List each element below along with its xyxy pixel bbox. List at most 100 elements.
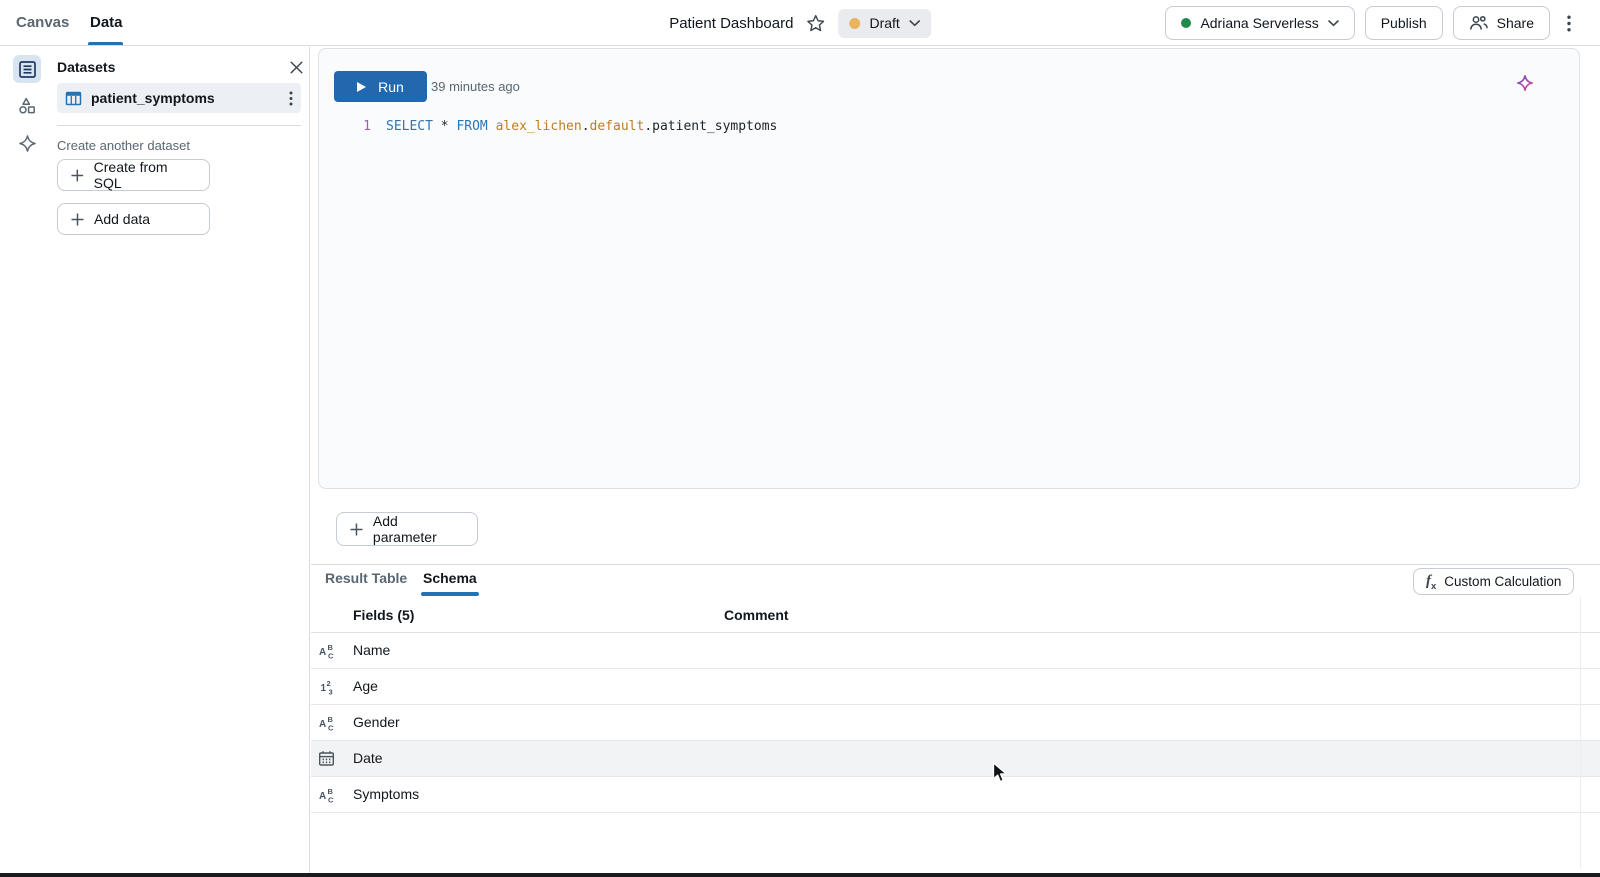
sql-token: default <box>590 119 645 134</box>
chevron-down-icon <box>1328 20 1339 27</box>
add-parameter-button[interactable]: Add parameter <box>336 512 478 546</box>
active-tab-underline <box>88 42 123 45</box>
dataset-item-patient-symptoms[interactable]: patient_symptoms <box>57 83 301 113</box>
sql-token: patient_symptoms <box>652 119 777 134</box>
overflow-menu-icon[interactable] <box>1560 15 1578 32</box>
schema-row[interactable]: ABC Symptoms <box>311 777 1600 813</box>
svg-text:A: A <box>319 647 326 658</box>
draft-status-dropdown[interactable]: Draft <box>838 9 930 38</box>
string-type-icon: ABC <box>318 786 336 804</box>
sql-editor-card: Run 39 minutes ago 1 SELECT * FROM alex_… <box>318 48 1580 489</box>
publish-button[interactable]: Publish <box>1365 6 1443 40</box>
custom-calculation-button[interactable]: fx Custom Calculation <box>1413 568 1574 595</box>
schema-row[interactable]: ABC Gender <box>311 705 1600 741</box>
sql-token <box>488 119 496 134</box>
close-icon[interactable] <box>290 61 303 74</box>
schema-row[interactable]: ABC Name <box>311 633 1600 669</box>
dataset-kebab-icon[interactable] <box>289 91 293 106</box>
dashboard-data-screen: Canvas Data Patient Dashboard Draft Adri… <box>0 0 1600 877</box>
plus-icon <box>70 168 85 183</box>
tab-schema[interactable]: Schema <box>423 570 477 586</box>
sidebar: Datasets patient_symptoms Create another… <box>0 47 310 877</box>
visualizations-panel-icon[interactable] <box>13 92 41 120</box>
assistant-panel-icon[interactable] <box>13 129 41 157</box>
schema-row[interactable]: 123 Age <box>311 669 1600 705</box>
sql-code-editor[interactable]: 1 SELECT * FROM alex_lichen.default.pati… <box>319 118 1579 135</box>
top-bar-actions: Adriana Serverless Publish Share <box>1165 6 1578 40</box>
datasets-panel-icon[interactable] <box>13 55 41 83</box>
schema-table-header: Fields (5) Comment <box>311 596 1600 633</box>
schema-row[interactable]: Date <box>311 741 1600 777</box>
tab-data[interactable]: Data <box>90 0 123 46</box>
share-button[interactable]: Share <box>1453 6 1550 40</box>
sql-token: FROM <box>456 119 487 134</box>
sql-token <box>433 119 441 134</box>
field-name: Date <box>353 750 383 766</box>
field-name: Gender <box>353 714 400 730</box>
title-group: Patient Dashboard Draft <box>669 0 931 46</box>
sql-token: SELECT <box>386 119 433 134</box>
svg-text:3: 3 <box>329 688 333 697</box>
add-data-button[interactable]: Add data <box>57 203 210 235</box>
field-name: Name <box>353 642 390 658</box>
svg-text:C: C <box>328 724 334 733</box>
warehouse-status-dot <box>1181 18 1191 28</box>
bottom-edge-strip <box>0 873 1600 877</box>
plus-icon <box>70 212 85 227</box>
column-header-fields: Fields (5) <box>353 607 414 623</box>
sql-token: alex_lichen <box>496 119 582 134</box>
play-icon <box>357 82 366 92</box>
line-number: 1 <box>319 118 371 135</box>
page-title[interactable]: Patient Dashboard <box>669 15 793 32</box>
share-label: Share <box>1497 15 1534 31</box>
add-parameter-label: Add parameter <box>373 513 465 545</box>
results-divider <box>311 564 1600 565</box>
last-run-timestamp: 39 minutes ago <box>431 79 520 94</box>
warehouse-label: Adriana Serverless <box>1200 15 1318 31</box>
datasets-panel-header: Datasets <box>57 55 303 79</box>
tab-result-table[interactable]: Result Table <box>325 570 407 586</box>
list-icon <box>18 60 37 79</box>
svg-text:C: C <box>328 652 334 661</box>
favorite-star-icon[interactable] <box>806 14 825 33</box>
svg-text:A: A <box>319 791 326 802</box>
field-name: Symptoms <box>353 786 419 802</box>
custom-calculation-label: Custom Calculation <box>1444 574 1561 589</box>
chevron-down-icon <box>909 20 920 27</box>
date-type-icon <box>318 750 336 768</box>
sidebar-divider <box>57 125 301 126</box>
datasets-panel-title: Datasets <box>57 59 115 75</box>
sql-token: . <box>644 119 652 134</box>
svg-text:C: C <box>328 796 334 805</box>
create-from-sql-button[interactable]: Create from SQL <box>57 159 210 191</box>
top-bar: Canvas Data Patient Dashboard Draft Adri… <box>0 0 1600 46</box>
warehouse-selector[interactable]: Adriana Serverless <box>1165 6 1354 40</box>
string-type-icon: ABC <box>318 642 336 660</box>
share-people-icon <box>1469 15 1488 31</box>
run-label: Run <box>378 79 404 95</box>
svg-text:A: A <box>319 719 326 730</box>
create-from-sql-label: Create from SQL <box>94 159 197 191</box>
assistant-sparkle-icon[interactable] <box>1516 74 1534 97</box>
tab-canvas[interactable]: Canvas <box>16 0 69 46</box>
draft-label: Draft <box>869 15 899 31</box>
results-gutter-line <box>1580 597 1581 869</box>
plus-icon <box>349 522 364 537</box>
sql-token: * <box>441 119 449 134</box>
run-button[interactable]: Run <box>334 71 427 102</box>
column-header-comment: Comment <box>724 607 789 623</box>
draft-dot-icon <box>849 18 860 29</box>
table-icon <box>65 90 82 107</box>
shapes-icon <box>17 96 37 116</box>
schema-rows: ABC Name 123 Age ABC Gender Date ABC Sym… <box>311 633 1600 813</box>
mouse-cursor <box>992 762 1008 790</box>
integer-type-icon: 123 <box>318 678 336 696</box>
function-fx-icon: fx <box>1426 572 1436 592</box>
sql-code-line: SELECT * FROM alex_lichen.default.patien… <box>386 118 777 135</box>
sql-token: . <box>582 119 590 134</box>
string-type-icon: ABC <box>318 714 336 732</box>
field-name: Age <box>353 678 378 694</box>
dataset-name: patient_symptoms <box>91 90 280 106</box>
create-dataset-label: Create another dataset <box>57 138 190 153</box>
publish-label: Publish <box>1381 15 1427 31</box>
